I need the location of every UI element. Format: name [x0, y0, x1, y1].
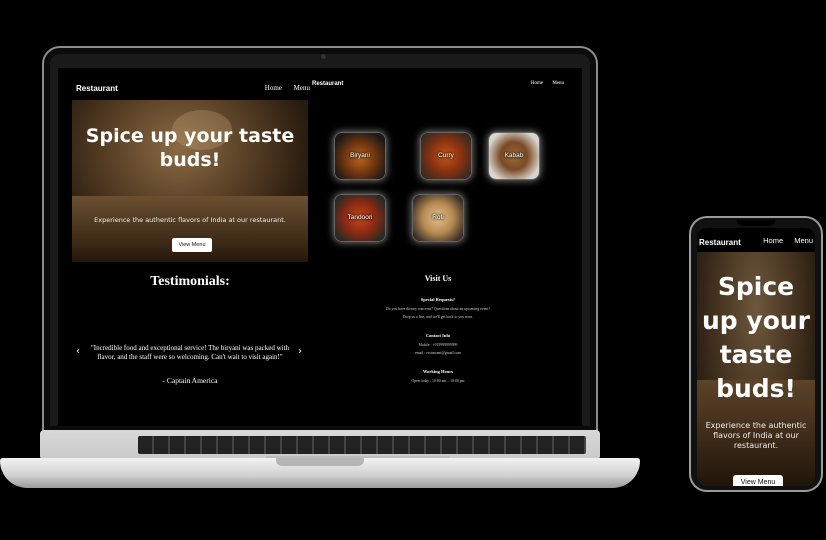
testimonials-title: Testimonials:	[150, 274, 230, 289]
phone-screen: Restaurant Home Menu Spice up your taste…	[697, 228, 815, 486]
contact-email[interactable]: email : restaurant@gmail.com	[312, 351, 564, 355]
nav-links: Home Menu	[523, 81, 564, 86]
special-requests-text: Do you have dietary concerns? Questions …	[385, 307, 491, 311]
nav-links: Home Menu	[255, 84, 310, 92]
hero-subtitle: Experience the authentic flavors of Indi…	[705, 421, 807, 450]
left-navbar: Restaurant Home Menu	[76, 84, 310, 98]
laptop-bottom	[0, 458, 640, 488]
phone-frame: Restaurant Home Menu Spice up your taste…	[689, 216, 823, 492]
special-requests-heading: Special Requests?	[420, 297, 456, 302]
nav-menu-link[interactable]: Menu	[552, 81, 564, 86]
laptop-base	[0, 430, 640, 488]
hero-title: Spice up your taste buds!	[85, 125, 295, 171]
hours-heading: Working Hours	[422, 369, 454, 374]
hero-table-image	[72, 196, 308, 262]
next-arrow-icon[interactable]: ›	[298, 346, 302, 357]
hero-title: Spice up your taste buds!	[702, 272, 810, 403]
hero-subtitle: Experience the authentic flavors of Indi…	[94, 216, 286, 224]
laptop-notch	[276, 458, 364, 466]
laptop-screen: Restaurant Home Menu Spice up your taste…	[58, 68, 582, 426]
dish-label: Biryani	[350, 152, 370, 159]
nav-menu-link[interactable]: Menu	[294, 84, 310, 92]
nav-home-link[interactable]: Home	[265, 84, 282, 92]
dish-card-roti[interactable]: Roti	[412, 194, 464, 242]
dish-card-biryani[interactable]: Biryani	[334, 132, 386, 180]
keyboard	[138, 436, 586, 454]
dish-label: Roti	[432, 214, 444, 221]
laptop-deck	[40, 430, 600, 466]
hero-section: Spice up your taste buds! Experience the…	[72, 100, 308, 262]
testimonial-author: - Captain America	[162, 376, 218, 385]
phone-notch	[737, 220, 775, 226]
brand-logo[interactable]: Restaurant	[76, 84, 118, 93]
view-menu-button[interactable]: View Menu	[172, 238, 212, 252]
brand-logo[interactable]: Restaurant	[312, 81, 343, 87]
prev-arrow-icon[interactable]: ‹	[76, 346, 80, 357]
nav-menu-link[interactable]: Menu	[794, 236, 813, 245]
nav-links: Home Menu	[754, 236, 813, 245]
visit-title: Visit Us	[424, 274, 452, 283]
special-requests-text-2: Drop us a line, and we'll get back to yo…	[402, 315, 474, 319]
right-navbar: Restaurant Home Menu	[312, 81, 564, 93]
view-menu-button[interactable]: View Menu	[733, 475, 783, 486]
nav-home-link[interactable]: Home	[763, 236, 783, 245]
brand-logo[interactable]: Restaurant	[699, 238, 741, 247]
hero-section: Spice up your taste buds! Experience the…	[697, 252, 815, 486]
dish-card-tandoori[interactable]: Tandoori	[334, 194, 386, 242]
dish-label: Curry	[438, 152, 454, 159]
testimonial-quote: "Incredible food and exceptional service…	[90, 344, 290, 361]
dish-label: Tandoori	[347, 214, 373, 221]
visit-us-section: Visit Us Special Requests? Do you have d…	[312, 274, 564, 387]
contact-mobile[interactable]: Mobile : +919999999999	[312, 343, 564, 347]
camera-icon	[321, 54, 326, 59]
dish-card-curry[interactable]: Curry	[420, 132, 472, 180]
nav-home-link[interactable]: Home	[531, 81, 543, 86]
dish-card-kabab[interactable]: Kabab	[488, 132, 540, 180]
hours-text: Open today : 10:00 am – 10:00 pm	[411, 379, 465, 383]
dish-label: Kabab	[504, 152, 524, 159]
contact-heading: Contact Info	[425, 333, 451, 338]
